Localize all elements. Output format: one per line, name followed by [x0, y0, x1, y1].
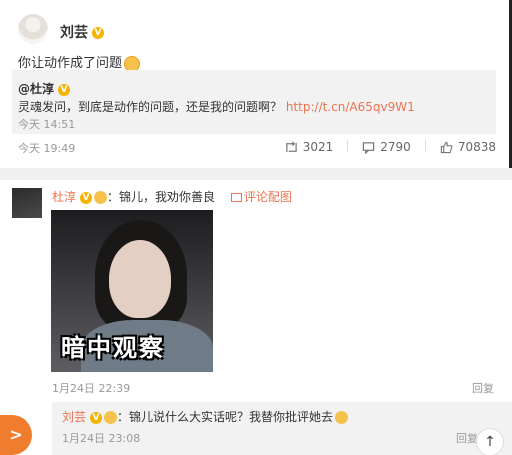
- author-avatar[interactable]: [18, 14, 48, 44]
- verified-icon: V: [80, 191, 93, 204]
- repost-text-content: 灵魂发问，到底是动作的问题，还是我的问题啊？: [18, 100, 283, 114]
- repost-card[interactable]: @杜淳 V 灵魂发问，到底是动作的问题，还是我的问题啊？ http://t.cn/…: [12, 70, 496, 134]
- repost-time: 今天 14:51: [18, 118, 76, 131]
- comment-text: ：锦儿，我劝你善良: [107, 190, 216, 204]
- thumbs-up-icon: [440, 141, 453, 153]
- commenter-name[interactable]: 杜淳: [52, 190, 76, 204]
- comment-button[interactable]: 2790: [362, 140, 411, 154]
- emoji-icon: [94, 191, 108, 204]
- sub-reply-line: 刘芸 V ：锦儿说什么大实话呢？我替你批评她去: [62, 408, 349, 425]
- verified-icon: V: [58, 83, 71, 96]
- like-count: 70838: [457, 140, 496, 154]
- post-time: 今天 19:49: [18, 142, 76, 155]
- comment-pic-link[interactable]: 评论配图: [230, 190, 292, 204]
- comment-count: 2790: [380, 140, 411, 154]
- section-gap: [0, 168, 512, 180]
- like-button[interactable]: 70838: [440, 140, 496, 154]
- weibo-post: 刘芸 V 你让动作成了问题 @杜淳 V 灵魂发问，到底是动作的问题，还是我的问题啊？…: [0, 0, 512, 168]
- meme-face: [109, 240, 171, 318]
- repost-author[interactable]: @杜淳 V: [18, 80, 71, 97]
- sub-reply-author[interactable]: 刘芸: [62, 410, 86, 424]
- sub-reply-time: 1月24日 23:08: [62, 432, 141, 445]
- comment-time: 1月24日 22:39: [52, 382, 131, 395]
- comment-line: 杜淳 V ：锦儿，我劝你善良 评论配图: [52, 188, 292, 205]
- verified-icon: V: [90, 411, 103, 424]
- meme-caption: 暗中观察: [61, 334, 165, 362]
- divider: [347, 140, 349, 152]
- repost-text: 灵魂发问，到底是动作的问题，还是我的问题啊？ http://t.cn/A65qv…: [18, 98, 415, 115]
- repost-link[interactable]: http://t.cn/A65qv9W1: [286, 100, 415, 114]
- post-actions: 3021 2790 70838: [285, 140, 496, 154]
- sub-reply-text: ：锦儿说什么大实话呢？我替你批评她去: [117, 410, 334, 424]
- smile-emoji-icon: [335, 411, 349, 424]
- image-icon: [230, 193, 242, 202]
- post-text: 你让动作成了问题: [18, 52, 141, 72]
- back-to-top-icon[interactable]: ↑: [476, 428, 504, 455]
- comment-icon: [363, 141, 375, 154]
- repost-author-name[interactable]: @杜淳: [18, 82, 54, 96]
- sub-reply-button[interactable]: 回复: [456, 430, 478, 446]
- repost-count: 3021: [302, 140, 334, 154]
- verified-icon: V: [92, 27, 104, 39]
- post-author-name[interactable]: 刘芸: [60, 25, 88, 41]
- commenter-avatar[interactable]: [12, 188, 42, 218]
- divider: [424, 140, 426, 152]
- emoji-icon: [104, 411, 118, 424]
- repost-button[interactable]: 3021: [285, 140, 334, 154]
- comment-item: 杜淳 V ：锦儿，我劝你善良 评论配图 暗中观察 1月24日 22:39 回复 刘芸…: [0, 180, 512, 455]
- sub-reply: 刘芸 V ：锦儿说什么大实话呢？我替你批评她去 1月24日 23:08 回复: [52, 402, 512, 455]
- comment-image[interactable]: 暗中观察: [51, 210, 213, 372]
- repost-icon: [285, 141, 297, 152]
- post-author[interactable]: 刘芸 V: [60, 22, 104, 42]
- post-text-content: 你让动作成了问题: [18, 56, 123, 71]
- reply-button[interactable]: 回复: [472, 380, 494, 396]
- comment-pic-label[interactable]: 评论配图: [244, 190, 292, 204]
